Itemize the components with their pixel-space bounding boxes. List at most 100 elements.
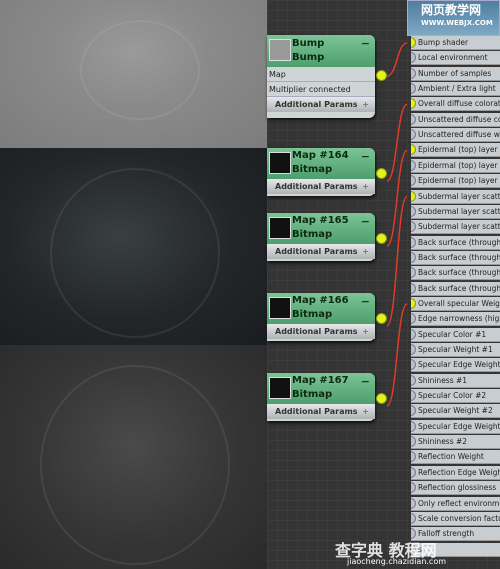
shader-input[interactable]: Unscattered diffuse weight [411, 128, 500, 143]
input-port[interactable] [411, 405, 416, 417]
input-port[interactable] [411, 313, 416, 325]
label: Additional Params [275, 407, 358, 416]
shader-input[interactable]: Reflection glossiness [411, 481, 500, 496]
shader-input[interactable]: Subdermal layer scatte [411, 189, 500, 204]
shader-input[interactable]: Overall diffuse coloration [411, 97, 500, 112]
thumbnail [269, 217, 291, 239]
shader-input[interactable]: Edge narrowness (high [411, 312, 500, 327]
shader-input[interactable]: Specular Edge Weight #1 [411, 358, 500, 373]
shader-input[interactable]: Subdermal layer scatte [411, 220, 500, 235]
param-multiplier[interactable]: Multiplier connected [267, 82, 375, 97]
input-port[interactable] [411, 159, 416, 171]
bitmap-node[interactable]: Map #164 Bitmap − Additional Params + [267, 148, 387, 196]
sss-shader-node[interactable]: 网页教学网 WWW.WEBJX.COM Bump shader Local envi… [407, 0, 500, 569]
bitmap-node[interactable]: Map #166 Bitmap − Additional Params + [267, 293, 387, 341]
shader-input[interactable]: Overall specular Weight [411, 296, 500, 311]
shader-input[interactable]: Unscattered diffuse color [411, 112, 500, 127]
output-port[interactable] [376, 233, 387, 244]
input-port[interactable] [411, 129, 416, 141]
input-port[interactable] [411, 83, 416, 95]
additional-params[interactable]: Additional Params + [267, 244, 375, 259]
input-port[interactable] [411, 113, 416, 125]
input-port[interactable] [411, 52, 416, 64]
input-label: Specular Edge Weight #2 [418, 421, 500, 431]
param-map[interactable]: Map [267, 67, 375, 82]
input-port[interactable] [411, 451, 416, 463]
input-port[interactable] [411, 359, 416, 371]
input-port[interactable] [411, 267, 416, 279]
input-port[interactable] [411, 37, 416, 48]
additional-params[interactable]: Additional Params + [267, 324, 375, 339]
collapse-button[interactable]: − [361, 295, 370, 308]
input-port[interactable] [411, 297, 416, 309]
shader-input[interactable]: Subdermal layer scatte [411, 204, 500, 219]
collapse-button[interactable]: − [361, 215, 370, 228]
input-port[interactable] [411, 374, 416, 386]
label: Additional Params [275, 247, 358, 256]
bitmap-node[interactable]: Map #165 Bitmap − Additional Params + [267, 213, 387, 261]
input-port[interactable] [411, 251, 416, 263]
shader-input[interactable]: Back surface (through) [411, 235, 500, 250]
additional-params[interactable]: Additional Params + [267, 179, 375, 194]
collapse-button[interactable]: − [361, 37, 370, 50]
shader-input[interactable]: Only reflect environment [411, 496, 500, 511]
input-label: Epidermal (top) layer s [418, 160, 500, 170]
node-title: Map #167 [292, 375, 349, 386]
input-label: Shininess #2 [418, 437, 468, 447]
input-port[interactable] [411, 497, 416, 509]
shader-input[interactable]: Ambient / Extra light [411, 82, 500, 97]
input-port[interactable] [411, 420, 416, 432]
shader-input[interactable]: Shininess #2 [411, 435, 500, 450]
shader-input[interactable]: Reflection Weight [411, 450, 500, 465]
input-port[interactable] [411, 236, 416, 248]
shader-input[interactable]: Back surface (through) [411, 281, 500, 296]
shader-input[interactable]: Scale conversion factor [411, 511, 500, 526]
epidermal-map-render [0, 148, 267, 345]
node-editor-canvas[interactable]: Bump Bump − Map Multiplier connected Add… [267, 0, 500, 569]
shader-input[interactable]: Specular Color #2 [411, 389, 500, 404]
shader-input[interactable]: Reflection Edge Weight [411, 465, 500, 480]
output-port[interactable] [376, 168, 387, 179]
input-port[interactable] [411, 282, 416, 294]
input-port[interactable] [411, 482, 416, 494]
shader-input[interactable]: Bump shader [411, 36, 500, 50]
input-port[interactable] [411, 67, 416, 79]
collapse-button[interactable]: − [361, 375, 370, 388]
bitmap-node[interactable]: Map #167 Bitmap − Additional Params + [267, 373, 387, 421]
input-port[interactable] [411, 205, 416, 217]
output-port[interactable] [376, 70, 387, 81]
collapse-button[interactable]: − [361, 150, 370, 163]
bump-map-render [0, 0, 267, 148]
input-label: Back surface (through) [418, 237, 500, 247]
input-port[interactable] [411, 98, 416, 110]
input-port[interactable] [411, 144, 416, 156]
shader-input[interactable]: Shininess #1 [411, 373, 500, 388]
input-port[interactable] [411, 328, 416, 340]
shader-input[interactable]: Specular Weight #2 [411, 404, 500, 419]
shader-input[interactable]: Specular Color #1 [411, 327, 500, 342]
input-port[interactable] [411, 190, 416, 202]
input-port[interactable] [411, 466, 416, 478]
shader-input[interactable]: Back surface (through) [411, 266, 500, 281]
shader-input[interactable]: Number of samples [411, 66, 500, 81]
shader-input[interactable]: Specular Weight #1 [411, 343, 500, 357]
input-port[interactable] [411, 221, 416, 233]
input-port[interactable] [411, 175, 416, 187]
shader-input[interactable]: Epidermal (top) layer s [411, 143, 500, 158]
shader-input[interactable]: Specular Edge Weight #2 [411, 419, 500, 434]
input-port[interactable] [411, 436, 416, 448]
thumbnail [269, 39, 291, 61]
bump-node[interactable]: Bump Bump − Map Multiplier connected Add… [267, 35, 387, 118]
input-label: Epidermal (top) layer s [418, 176, 500, 186]
shader-input[interactable]: Local environment [411, 51, 500, 66]
additional-params[interactable]: Additional Params + [267, 404, 375, 419]
output-port[interactable] [376, 393, 387, 404]
shader-input[interactable]: Back surface (through) [411, 250, 500, 265]
input-port[interactable] [411, 512, 416, 524]
output-port[interactable] [376, 313, 387, 324]
shader-input[interactable]: Epidermal (top) layer s [411, 174, 500, 189]
additional-params[interactable]: Additional Params + [267, 97, 375, 112]
input-port[interactable] [411, 390, 416, 402]
input-port[interactable] [411, 344, 416, 355]
shader-input[interactable]: Epidermal (top) layer s [411, 158, 500, 173]
